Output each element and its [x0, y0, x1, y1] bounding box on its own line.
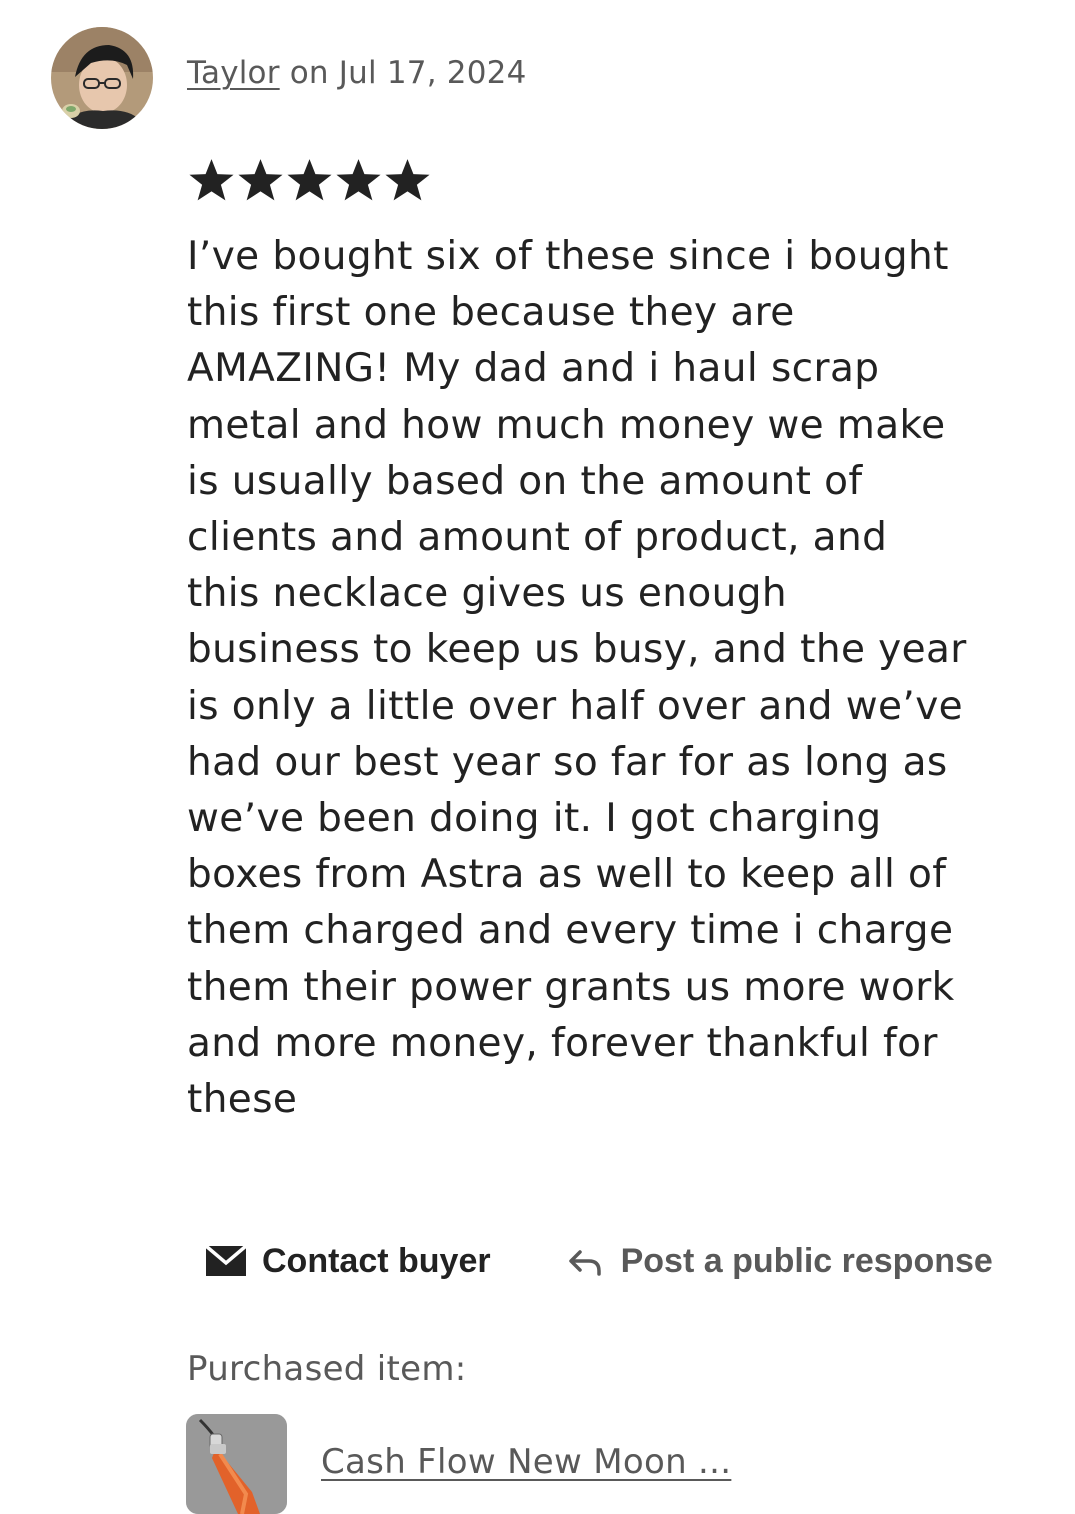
- pendant-image: [186, 1414, 287, 1514]
- contact-buyer-label: Contact buyer: [262, 1241, 491, 1280]
- review-line: is only a little over half over and we’v…: [187, 683, 964, 729]
- author-link[interactable]: Taylor: [187, 55, 280, 91]
- review-line: them charged and every time i charge: [187, 908, 954, 954]
- review-meta: Taylor on Jul 17, 2024: [187, 55, 527, 91]
- review-actions: Contact buyer Post a public response: [204, 1236, 993, 1286]
- star-icon: [187, 154, 236, 206]
- review-line: this necklace gives us enough: [187, 571, 788, 617]
- review-line: them their power grants us more work: [187, 964, 955, 1010]
- star-rating: [187, 154, 432, 206]
- purchased-item-thumbnail[interactable]: [186, 1414, 287, 1514]
- review-line: this first one because they are: [187, 290, 795, 336]
- review-line: we’ve been doing it. I got charging: [187, 796, 882, 842]
- star-icon: [285, 154, 334, 206]
- post-public-response-button[interactable]: Post a public response: [567, 1242, 993, 1281]
- star-icon: [236, 154, 285, 206]
- avatar-photo: [51, 27, 153, 129]
- review-line: and more money, forever thankful for: [187, 1020, 938, 1066]
- post-public-response-label: Post a public response: [620, 1241, 993, 1280]
- review-text: I’ve bought six of these since i bought …: [187, 229, 1057, 1128]
- reply-arrow-icon: [567, 1246, 603, 1276]
- review-line: these: [187, 1077, 298, 1123]
- review-line: had our best year so far for as long as: [187, 739, 948, 785]
- mail-icon: [204, 1243, 248, 1279]
- review-line: AMAZING! My dad and i haul scrap: [187, 346, 880, 392]
- purchased-item-label: Purchased item:: [187, 1349, 467, 1389]
- review-line: clients and amount of product, and: [187, 515, 888, 561]
- purchased-item-link[interactable]: Cash Flow New Moon ...: [321, 1442, 731, 1482]
- star-icon: [334, 154, 383, 206]
- review-line: is usually based on the amount of: [187, 458, 863, 504]
- star-icon: [383, 154, 432, 206]
- review-line: I’ve bought six of these since i bought: [187, 234, 949, 279]
- contact-buyer-button[interactable]: Contact buyer: [204, 1242, 491, 1281]
- review-line: boxes from Astra as well to keep all of: [187, 852, 947, 898]
- reviewer-avatar[interactable]: [51, 27, 153, 129]
- review-line: business to keep us busy, and the year: [187, 627, 967, 673]
- review-date: on Jul 17, 2024: [279, 55, 527, 91]
- review-line: metal and how much money we make: [187, 402, 946, 448]
